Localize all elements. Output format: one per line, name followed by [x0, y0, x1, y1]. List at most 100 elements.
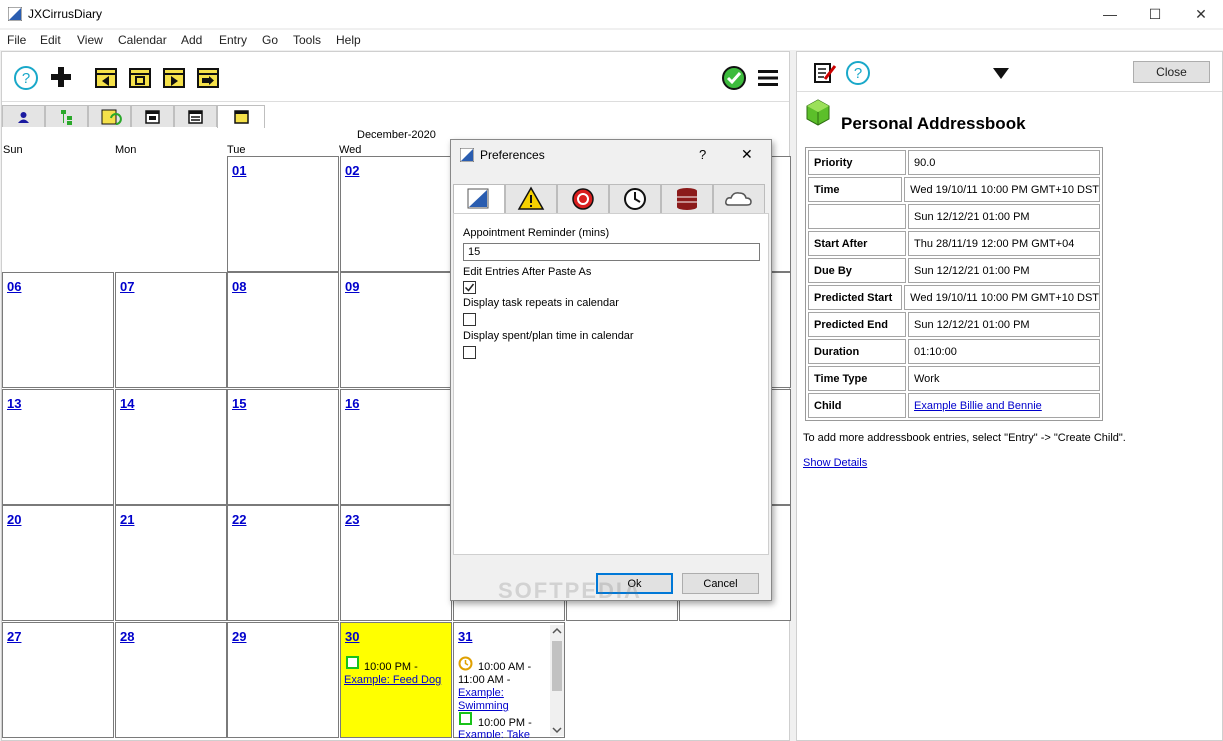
tab-tasks[interactable]	[88, 105, 131, 127]
day-cell[interactable]: 14	[115, 389, 227, 505]
event-link[interactable]: Example:	[458, 687, 504, 700]
scroll-down-icon[interactable]	[550, 725, 564, 735]
jump-icon[interactable]	[196, 67, 220, 89]
day-cell[interactable]: 23	[340, 505, 452, 621]
day-cell[interactable]: 08	[227, 272, 339, 388]
day-cell[interactable]: 21	[115, 505, 227, 621]
menu-entry[interactable]: Entry	[219, 33, 247, 47]
window-close-button[interactable]: ✕	[1186, 4, 1216, 24]
menu-help[interactable]: Help	[336, 33, 361, 47]
child-link[interactable]: Example Billie and Bennie	[914, 400, 1042, 412]
day-cell[interactable]: 16	[340, 389, 452, 505]
today-icon[interactable]	[128, 67, 152, 89]
menu-add[interactable]: Add	[181, 33, 202, 47]
day-link[interactable]: 01	[232, 163, 246, 178]
help-icon[interactable]: ?	[13, 65, 39, 91]
menu-tools[interactable]: Tools	[293, 33, 321, 47]
day-cell[interactable]: 09	[340, 272, 452, 388]
dialog-help-button[interactable]: ?	[699, 147, 706, 162]
weekday-wed: Wed	[339, 144, 362, 156]
day-link[interactable]: 20	[7, 512, 21, 527]
day-link[interactable]: 13	[7, 396, 21, 411]
day-link[interactable]: 16	[345, 396, 359, 411]
day-cell[interactable]: 01	[227, 156, 339, 272]
prev-icon[interactable]	[94, 67, 118, 89]
edit-after-paste-label: Edit Entries After Paste As	[463, 266, 592, 278]
day-cell[interactable]: 02	[340, 156, 452, 272]
day-cell[interactable]: 22	[227, 505, 339, 621]
day-cell[interactable]: 31 10:00 AM - 11:00 AM - Example: Swimmi…	[453, 622, 565, 738]
next-icon[interactable]	[162, 67, 186, 89]
tab-general[interactable]	[453, 184, 505, 214]
day-link[interactable]: 28	[120, 629, 134, 644]
property-key: Priority	[808, 150, 906, 175]
menu-go[interactable]: Go	[262, 33, 278, 47]
day-cell[interactable]: 15	[227, 389, 339, 505]
event-link[interactable]: Example: Take	[458, 729, 530, 738]
day-link[interactable]: 27	[7, 629, 21, 644]
day-cell[interactable]: 29	[227, 622, 339, 738]
menu-view[interactable]: View	[77, 33, 103, 47]
table-row: Time Type Work	[807, 365, 1101, 392]
day-link[interactable]: 15	[232, 396, 246, 411]
day-link[interactable]: 21	[120, 512, 134, 527]
task-repeats-checkbox[interactable]	[463, 313, 476, 326]
sync-ok-icon[interactable]	[721, 65, 747, 91]
tab-time[interactable]	[609, 184, 661, 214]
edit-icon[interactable]	[813, 61, 837, 85]
day-link[interactable]: 31	[458, 629, 472, 644]
day-link[interactable]: 07	[120, 279, 134, 294]
spent-plan-checkbox[interactable]	[463, 346, 476, 359]
day-link[interactable]: 23	[345, 512, 359, 527]
day-cell[interactable]: 07	[115, 272, 227, 388]
dropdown-icon[interactable]	[992, 67, 1010, 80]
dialog-close-button[interactable]: ✕	[741, 146, 753, 163]
spent-plan-label: Display spent/plan time in calendar	[463, 330, 634, 342]
day-link[interactable]: 30	[345, 629, 359, 644]
menu-calendar[interactable]: Calendar	[118, 33, 167, 47]
tab-week[interactable]	[174, 105, 217, 127]
weekday-sun: Sun	[3, 144, 23, 156]
day-link[interactable]: 29	[232, 629, 246, 644]
menu-icon[interactable]	[757, 68, 779, 88]
cell-scrollbar[interactable]	[550, 625, 564, 736]
reminder-input[interactable]	[463, 243, 760, 261]
day-cell[interactable]: 28	[115, 622, 227, 738]
tab-month[interactable]	[217, 105, 265, 128]
show-details-link[interactable]: Show Details	[803, 457, 867, 469]
day-link[interactable]: 08	[232, 279, 246, 294]
scroll-thumb[interactable]	[552, 641, 562, 691]
tab-warnings[interactable]	[505, 184, 557, 214]
help-icon[interactable]: ?	[845, 60, 871, 86]
close-button[interactable]: Close	[1133, 61, 1210, 83]
add-icon[interactable]	[50, 66, 72, 88]
day-cell[interactable]: 13	[2, 389, 114, 505]
day-cell[interactable]: 06	[2, 272, 114, 388]
cancel-button[interactable]: Cancel	[682, 573, 759, 594]
event-link[interactable]: Example: Feed Dog	[344, 674, 441, 687]
maximize-button[interactable]: ☐	[1140, 4, 1170, 24]
tab-day[interactable]	[131, 105, 174, 127]
tab-contacts[interactable]	[2, 105, 45, 127]
day-link[interactable]: 14	[120, 396, 134, 411]
tab-sync[interactable]	[557, 184, 609, 214]
day-cell[interactable]: 27	[2, 622, 114, 738]
menu-edit[interactable]: Edit	[40, 33, 61, 47]
tab-tree[interactable]	[45, 105, 88, 127]
edit-after-paste-checkbox[interactable]	[463, 281, 476, 294]
tab-database[interactable]	[661, 184, 713, 214]
day-link[interactable]: 09	[345, 279, 359, 294]
month-label: December-2020	[357, 129, 436, 141]
day-link[interactable]: 22	[232, 512, 246, 527]
day-link[interactable]: 06	[7, 279, 21, 294]
tab-cloud[interactable]	[713, 184, 765, 214]
minimize-button[interactable]: —	[1095, 4, 1125, 24]
table-row: Time Wed 19/10/11 10:00 PM GMT+10 DST	[807, 176, 1101, 203]
day-cell-highlighted[interactable]: 30 10:00 PM - Example: Feed Dog	[340, 622, 452, 738]
property-key: Start After	[808, 231, 906, 256]
day-cell[interactable]: 20	[2, 505, 114, 621]
scroll-up-icon[interactable]	[550, 626, 564, 636]
menu-file[interactable]: File	[7, 33, 26, 47]
day-link[interactable]: 02	[345, 163, 359, 178]
property-value: 90.0	[908, 150, 1100, 175]
